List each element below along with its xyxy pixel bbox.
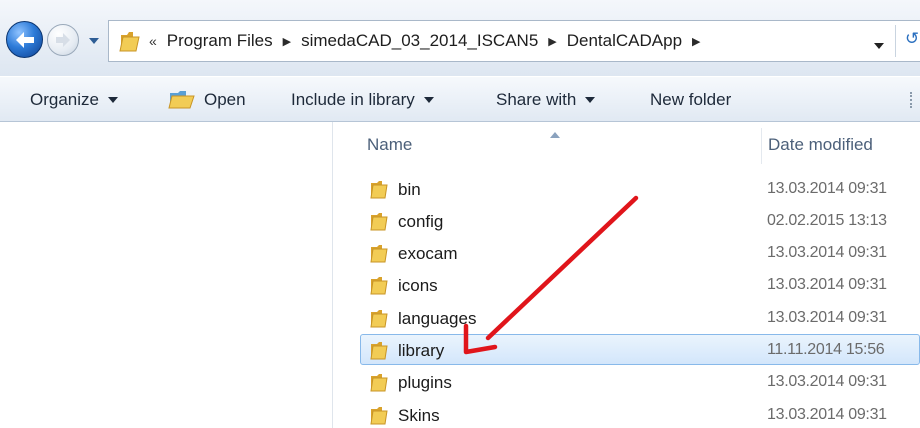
share-with-button[interactable]: Share with [496, 77, 596, 123]
chevron-down-icon [89, 38, 99, 44]
organize-button[interactable]: Organize [30, 77, 118, 123]
folder-icon [369, 179, 389, 204]
forward-button[interactable] [47, 24, 79, 56]
chevron-down-icon [585, 97, 596, 103]
breadcrumb-overflow[interactable]: « [149, 33, 157, 49]
file-name: library [398, 341, 445, 360]
breadcrumb-item[interactable]: Program Files [167, 31, 273, 51]
file-row-icons[interactable]: icons 13.03.2014 09:31 [360, 269, 920, 300]
file-row-exocam[interactable]: exocam 13.03.2014 09:31 [360, 237, 920, 268]
chevron-down-icon [423, 97, 434, 103]
file-date: 13.03.2014 09:31 [767, 180, 887, 197]
breadcrumb-separator-icon[interactable]: ▶ [283, 35, 291, 48]
folder-icon [369, 405, 389, 428]
column-divider[interactable] [761, 128, 762, 164]
file-date: 11.11.2014 15:56 [767, 341, 885, 358]
forward-arrow-icon [56, 33, 70, 47]
folder-icon [369, 372, 389, 397]
open-label: Open [204, 90, 246, 109]
organize-label: Organize [30, 90, 99, 109]
file-name: bin [398, 180, 421, 199]
file-name: languages [398, 309, 477, 328]
folder-icon [369, 211, 389, 236]
open-folder-icon [168, 91, 195, 109]
breadcrumb-separator-icon[interactable]: ▶ [548, 35, 556, 48]
chevron-down-icon [874, 43, 884, 49]
file-date: 13.03.2014 09:31 [767, 276, 887, 293]
share-label: Share with [496, 90, 577, 109]
file-row-languages[interactable]: languages 13.03.2014 09:31 [360, 302, 920, 333]
column-header-name[interactable]: Name [367, 135, 412, 155]
breadcrumb-item[interactable]: simedaCAD_03_2014_ISCAN5 [301, 31, 538, 51]
file-name: exocam [398, 244, 458, 263]
file-date: 13.03.2014 09:31 [767, 244, 887, 261]
recent-pages-dropdown[interactable] [88, 32, 100, 50]
new-folder-label: New folder [650, 90, 732, 109]
navigation-pane[interactable] [0, 122, 333, 428]
folder-icon [369, 340, 389, 365]
folder-icon [369, 308, 389, 333]
file-date: 13.03.2014 09:31 [767, 406, 887, 423]
file-date: 13.03.2014 09:31 [767, 373, 887, 390]
command-bar: Organize Open Include in library Share w… [0, 76, 920, 122]
sort-ascending-icon [550, 125, 560, 143]
back-arrow-icon [15, 31, 34, 48]
breadcrumb-separator-icon[interactable]: ▶ [692, 35, 700, 48]
breadcrumb: « Program Files ▶ simedaCAD_03_2014_ISCA… [149, 21, 711, 61]
file-row-library[interactable]: library 11.11.2014 15:56 [360, 334, 920, 365]
folder-icon [369, 243, 389, 268]
address-history-dropdown[interactable] [873, 37, 885, 55]
file-name: Skins [398, 406, 440, 425]
column-header-row: Name Date modified [333, 122, 920, 166]
toolbar-overflow-grip[interactable] [910, 92, 920, 108]
file-name: icons [398, 276, 438, 295]
divider [895, 25, 896, 57]
file-name: config [398, 212, 444, 231]
folder-icon [369, 275, 389, 300]
open-button[interactable]: Open [168, 77, 246, 123]
include-in-library-button[interactable]: Include in library [291, 77, 434, 123]
address-box[interactable]: « Program Files ▶ simedaCAD_03_2014_ISCA… [108, 20, 920, 62]
file-date: 02.02.2015 13:13 [767, 212, 887, 229]
file-row-bin[interactable]: bin 13.03.2014 09:31 [360, 173, 920, 204]
include-label: Include in library [291, 90, 415, 109]
file-row-plugins[interactable]: plugins 13.03.2014 09:31 [360, 366, 920, 397]
file-name: plugins [398, 373, 452, 392]
address-bar-row: « Program Files ▶ simedaCAD_03_2014_ISCA… [0, 0, 920, 76]
breadcrumb-item[interactable]: DentalCADApp [567, 31, 682, 51]
refresh-icon[interactable]: ↺ [905, 29, 919, 49]
file-row-skins[interactable]: Skins 13.03.2014 09:31 [360, 399, 920, 428]
chevron-down-icon [107, 97, 118, 103]
file-row-config[interactable]: config 02.02.2015 13:13 [360, 205, 920, 236]
folder-icon [119, 29, 141, 58]
new-folder-button[interactable]: New folder [650, 77, 731, 123]
back-button[interactable] [6, 21, 43, 58]
column-header-date-modified[interactable]: Date modified [768, 135, 873, 155]
file-date: 13.03.2014 09:31 [767, 309, 887, 326]
